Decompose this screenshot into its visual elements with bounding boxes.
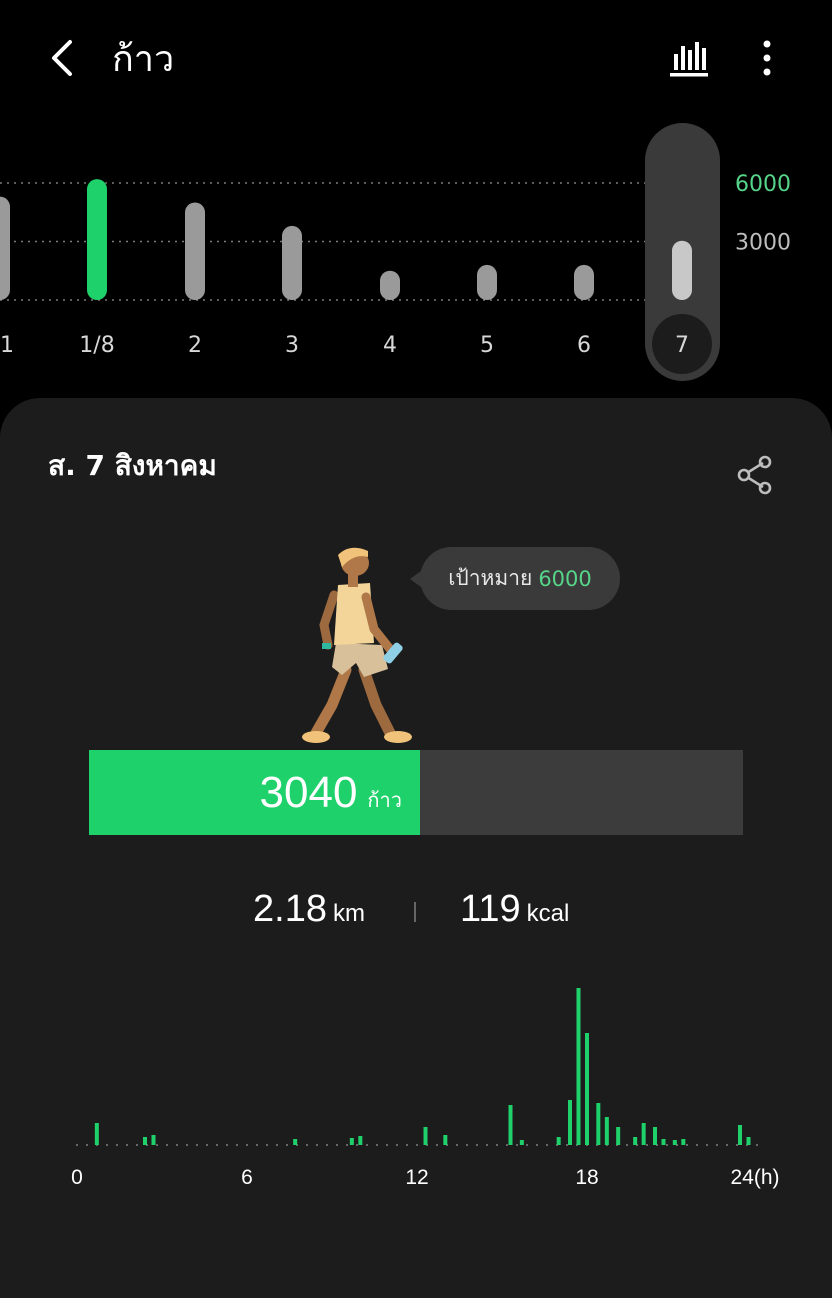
chevron-left-icon	[52, 40, 72, 76]
week-bar-31[interactable]	[0, 196, 10, 300]
hour-axis-label: 18	[575, 1166, 598, 1189]
steps-unit: ก้าว	[367, 787, 402, 812]
distance-unit: km	[332, 900, 365, 927]
week-bar-3[interactable]	[282, 225, 302, 300]
week-axis-label: 6000	[735, 172, 791, 197]
back-button[interactable]	[38, 30, 88, 86]
more-vertical-icon	[763, 40, 771, 76]
week-day-label[interactable]: 4	[383, 333, 397, 358]
hourly-bar	[443, 1135, 448, 1145]
hourly-bar	[143, 1137, 147, 1145]
hourly-bar	[641, 1123, 646, 1145]
hourly-bar	[556, 1137, 561, 1145]
steps-count: 3040	[259, 767, 358, 817]
week-bar-1-8[interactable]	[87, 179, 107, 300]
hour-axis-label: 24(h)	[730, 1166, 779, 1189]
week-day-label[interactable]: 1/8	[79, 333, 114, 358]
hourly-bar	[151, 1135, 156, 1145]
date-title: ส. 7 สิงหาคม	[48, 449, 217, 482]
share-button[interactable]	[732, 452, 778, 498]
hourly-bar	[568, 1100, 572, 1145]
week-bar-7[interactable]	[672, 240, 692, 300]
week-day-label[interactable]: 3	[285, 333, 299, 358]
hourly-bar	[604, 1117, 609, 1145]
steps-readout: 3040 ก้าว	[89, 750, 420, 835]
hourly-bar	[672, 1140, 677, 1145]
hourly-bar	[653, 1127, 657, 1145]
share-icon	[737, 455, 772, 495]
week-bar-5[interactable]	[477, 264, 497, 300]
hourly-bar	[508, 1105, 513, 1145]
week-axis-label: 3000	[735, 231, 791, 256]
hourly-bar	[746, 1137, 751, 1145]
week-bar-4[interactable]	[380, 270, 400, 300]
chart-view-button[interactable]	[664, 32, 712, 84]
goal-label: เป้าหมาย	[448, 566, 533, 590]
hourly-bar	[358, 1136, 363, 1145]
hourly-bar	[94, 1123, 99, 1145]
hour-axis-label: 12	[405, 1166, 428, 1189]
calories-stat: 119 kcal	[460, 888, 569, 931]
hourly-bar	[661, 1139, 666, 1145]
calories-value: 119	[460, 888, 521, 930]
goal-bubble: เป้าหมาย 6000	[410, 547, 620, 610]
hourly-bar	[576, 988, 581, 1145]
hourly-bar	[616, 1127, 621, 1145]
weekly-steps-chart[interactable]: 31 1/8 2 3 4 5 6 7 6000 3000	[0, 120, 832, 390]
more-options-button[interactable]	[748, 32, 786, 84]
hourly-bar	[681, 1139, 686, 1145]
goal-value: 6000	[538, 566, 592, 591]
hourly-bar	[633, 1137, 638, 1145]
hour-axis-label: 6	[241, 1166, 253, 1189]
hour-axis-label: 0	[71, 1166, 83, 1189]
week-day-label[interactable]: 5	[480, 333, 494, 358]
bar-chart-icon	[670, 42, 708, 77]
calories-unit: kcal	[526, 900, 570, 927]
distance-value: 2.18	[253, 888, 327, 930]
week-bar-2[interactable]	[185, 202, 205, 301]
week-day-label[interactable]: 6	[577, 333, 591, 358]
hourly-bar	[585, 1033, 589, 1145]
hourly-bar	[519, 1140, 524, 1145]
hourly-bar	[738, 1125, 742, 1145]
hourly-bar	[596, 1103, 601, 1145]
hourly-steps-chart: 0 6 12 18 24(h)	[71, 988, 780, 1189]
week-bar-6[interactable]	[574, 264, 594, 300]
page-title: ก้าว	[112, 39, 175, 80]
hourly-bar	[293, 1139, 298, 1145]
hourly-bar	[423, 1127, 428, 1145]
distance-stat: 2.18 km	[253, 888, 365, 931]
stats-divider	[414, 902, 416, 922]
walker-illustration	[302, 547, 412, 743]
hourly-bar	[349, 1138, 354, 1145]
week-day-label[interactable]: 31	[0, 333, 14, 358]
stats-row: 2.18 km 119 kcal	[0, 888, 832, 944]
week-day-label[interactable]: 2	[188, 333, 202, 358]
week-day-label[interactable]: 7	[675, 333, 689, 358]
